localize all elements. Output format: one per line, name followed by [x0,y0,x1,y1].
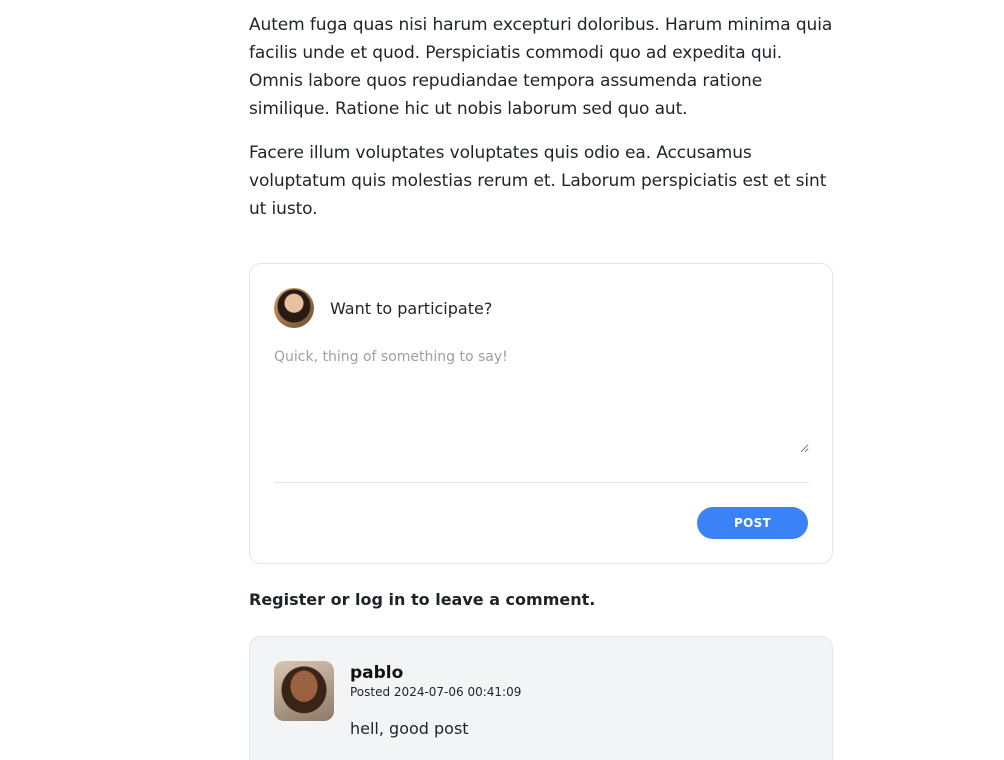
article-body: Autem fuga quas nisi harum excepturi dol… [249,11,833,239]
comment-body: hell, good post [350,719,469,738]
article-paragraph: Autem fuga quas nisi harum excepturi dol… [249,15,833,119]
user-avatar [274,288,314,328]
auth-note[interactable]: Register or log in to leave a comment. [249,590,595,609]
comment-timestamp: Posted 2024-07-06 00:41:09 [350,685,522,699]
comment-textarea[interactable] [274,349,809,453]
article-paragraph: Facere illum voluptates voluptates quis … [249,143,827,219]
comment-author: pablo [350,663,404,683]
compose-divider [274,482,809,483]
comment-avatar [274,661,334,721]
compose-header: Want to participate? [274,288,492,328]
compose-title: Want to participate? [330,298,493,318]
comment-compose-card: Want to participate? POST [249,263,833,564]
comment-card: pablo Posted 2024-07-06 00:41:09 hell, g… [249,636,833,760]
post-button[interactable]: POST [697,507,808,539]
